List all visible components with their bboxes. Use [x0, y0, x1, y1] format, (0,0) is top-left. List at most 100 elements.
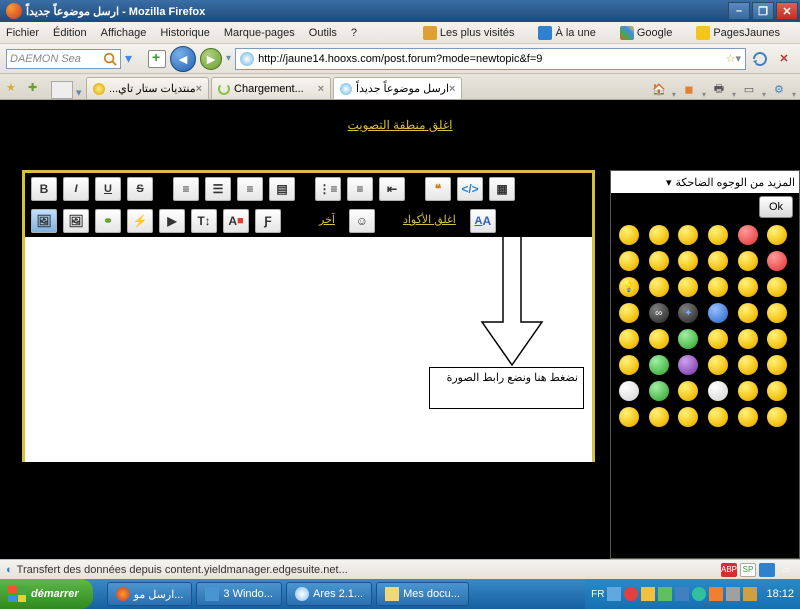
new-tab-button[interactable] — [148, 50, 166, 68]
image-host-button[interactable]: 🖼 — [31, 209, 57, 233]
dropdown-icon[interactable]: ▾ — [125, 50, 132, 67]
emoji-sad[interactable] — [649, 251, 669, 271]
bookmark-google[interactable]: Google — [620, 26, 686, 40]
emoji-worried[interactable] — [767, 407, 787, 427]
video-button[interactable]: ▶ — [159, 209, 185, 233]
emoji-star[interactable]: ✦ — [678, 303, 698, 323]
stop-button[interactable]: ✕ — [774, 49, 794, 69]
menu-marquepages[interactable]: Marque-pages — [224, 27, 295, 39]
emoji-hush[interactable] — [708, 407, 728, 427]
font-size-button[interactable]: T↕ — [191, 209, 217, 233]
emoji-clover[interactable] — [678, 329, 698, 349]
abp-icon[interactable]: ABP — [721, 563, 737, 577]
tray-volume-icon[interactable] — [726, 587, 740, 601]
strike-button[interactable]: S — [127, 177, 153, 201]
emoji-surprised[interactable] — [619, 355, 639, 375]
emoji-eek[interactable] — [678, 407, 698, 427]
close-button[interactable]: ✕ — [776, 2, 798, 20]
taskbar-clock[interactable]: 18:12 — [766, 588, 794, 600]
text-format-button[interactable]: AA — [470, 209, 496, 233]
tab-newtopic[interactable]: ارسل موضوعاً جديداً × — [333, 77, 462, 99]
emoji-grin[interactable] — [649, 225, 669, 245]
task-firefox[interactable]: ارسل مو... — [107, 582, 193, 606]
emoji-hmm[interactable] — [767, 303, 787, 323]
table-button[interactable]: ▦ — [489, 177, 515, 201]
code-button[interactable]: </> — [457, 177, 483, 201]
maximize-button[interactable]: ❐ — [752, 2, 774, 20]
emoji-idea[interactable]: 💡 — [619, 277, 639, 297]
tab-close-icon[interactable]: × — [196, 83, 202, 95]
emoji-skull[interactable] — [619, 381, 639, 401]
add-bookmark-icon[interactable]: ✚ — [28, 81, 46, 99]
align-center-button[interactable]: ☰ — [205, 177, 231, 201]
tray-icon[interactable] — [675, 587, 689, 601]
close-vote-link[interactable]: اغلق منطقة التصويت — [348, 118, 453, 132]
emoji-tongue[interactable] — [619, 251, 639, 271]
emoji-whistle[interactable] — [738, 329, 758, 349]
cookie-icon[interactable] — [759, 563, 775, 577]
emoji-cop[interactable] — [708, 303, 728, 323]
emoji-upset[interactable] — [649, 407, 669, 427]
emoji-laugh[interactable] — [708, 225, 728, 245]
emoji-big[interactable] — [767, 355, 787, 375]
menu-historique[interactable]: Historique — [160, 27, 210, 39]
emoji-alien[interactable] — [649, 381, 669, 401]
list-number-button[interactable]: ≡ — [347, 177, 373, 201]
plugin-search-box[interactable]: DAEMON Sea — [6, 49, 121, 69]
emoji-neutral[interactable] — [738, 251, 758, 271]
emoji-cowboy[interactable] — [738, 303, 758, 323]
align-left-button[interactable]: ≡ — [173, 177, 199, 201]
menu-edition[interactable]: Édition — [53, 27, 87, 39]
tools-button[interactable]: ⚙ — [768, 79, 790, 99]
italic-button[interactable]: I — [63, 177, 89, 201]
language-indicator[interactable]: FR — [591, 589, 604, 600]
tab-dropdown-icon[interactable]: ▾ — [76, 86, 86, 99]
emoji-smile[interactable] — [619, 225, 639, 245]
quote-button[interactable]: ❝ — [425, 177, 451, 201]
other-link[interactable]: آخر — [311, 209, 343, 233]
reload-button[interactable] — [750, 49, 770, 69]
emoji-nerd[interactable] — [767, 381, 787, 401]
emoji-smirk[interactable] — [619, 303, 639, 323]
list-bullet-button[interactable]: ⋮≡ — [315, 177, 341, 201]
start-button[interactable]: démarrer — [0, 579, 93, 609]
image-button[interactable]: 🖼 — [63, 209, 89, 233]
emoji-dizzy[interactable] — [649, 329, 669, 349]
emoji-confused[interactable] — [678, 277, 698, 297]
emoji-lol[interactable] — [767, 277, 787, 297]
tab-forum[interactable]: ...منتديات ستار تاي × — [86, 77, 209, 99]
link-button[interactable]: ⚭ — [95, 209, 121, 233]
emoji-ninja[interactable] — [678, 381, 698, 401]
bookmark-star-icon[interactable]: ☆ — [726, 52, 736, 65]
font-family-button[interactable]: Ƒ — [255, 209, 281, 233]
tray-icon[interactable] — [658, 587, 672, 601]
emoji-happy[interactable] — [708, 251, 728, 271]
task-documents[interactable]: Mes docu... — [376, 582, 469, 606]
emoji-sick[interactable] — [649, 355, 669, 375]
emoji-infinity[interactable]: ∞ — [649, 303, 669, 323]
emoji-think[interactable] — [738, 407, 758, 427]
emoji-ok-button[interactable]: Ok — [759, 196, 793, 218]
tab-close-icon[interactable]: × — [449, 83, 455, 95]
tray-icon[interactable] — [743, 587, 757, 601]
tray-icon[interactable] — [624, 587, 638, 601]
home-button[interactable]: 🏠 — [648, 79, 670, 99]
bookmark-star-icon[interactable]: ★ — [6, 81, 24, 99]
emoji-pirate[interactable] — [738, 381, 758, 401]
bookmark-pagesjaunes[interactable]: PagesJaunes — [696, 26, 794, 40]
emoji-category-select[interactable]: المزيد من الوجوه الضاحكة ▾ — [611, 171, 799, 193]
task-ares[interactable]: Ares 2.1... — [286, 582, 372, 606]
print-button[interactable]: 🖶 — [708, 79, 730, 99]
tray-icon[interactable] — [692, 587, 706, 601]
editor-textarea[interactable]: نضغط هنا ونضع رابط الصورة — [22, 237, 595, 462]
emoji-wink[interactable] — [767, 225, 787, 245]
emoji-ghost[interactable] — [708, 381, 728, 401]
url-dropdown-icon[interactable]: ▾ — [735, 52, 741, 65]
emoji-cry[interactable] — [738, 277, 758, 297]
outdent-button[interactable]: ⇤ — [379, 177, 405, 201]
emoji-kiss[interactable] — [708, 277, 728, 297]
tab-list-button[interactable] — [51, 81, 73, 99]
close-codes-link[interactable]: اغلق الأكواد — [395, 209, 464, 233]
tab-close-icon[interactable]: × — [318, 83, 324, 95]
minimize-button[interactable]: – — [728, 2, 750, 20]
